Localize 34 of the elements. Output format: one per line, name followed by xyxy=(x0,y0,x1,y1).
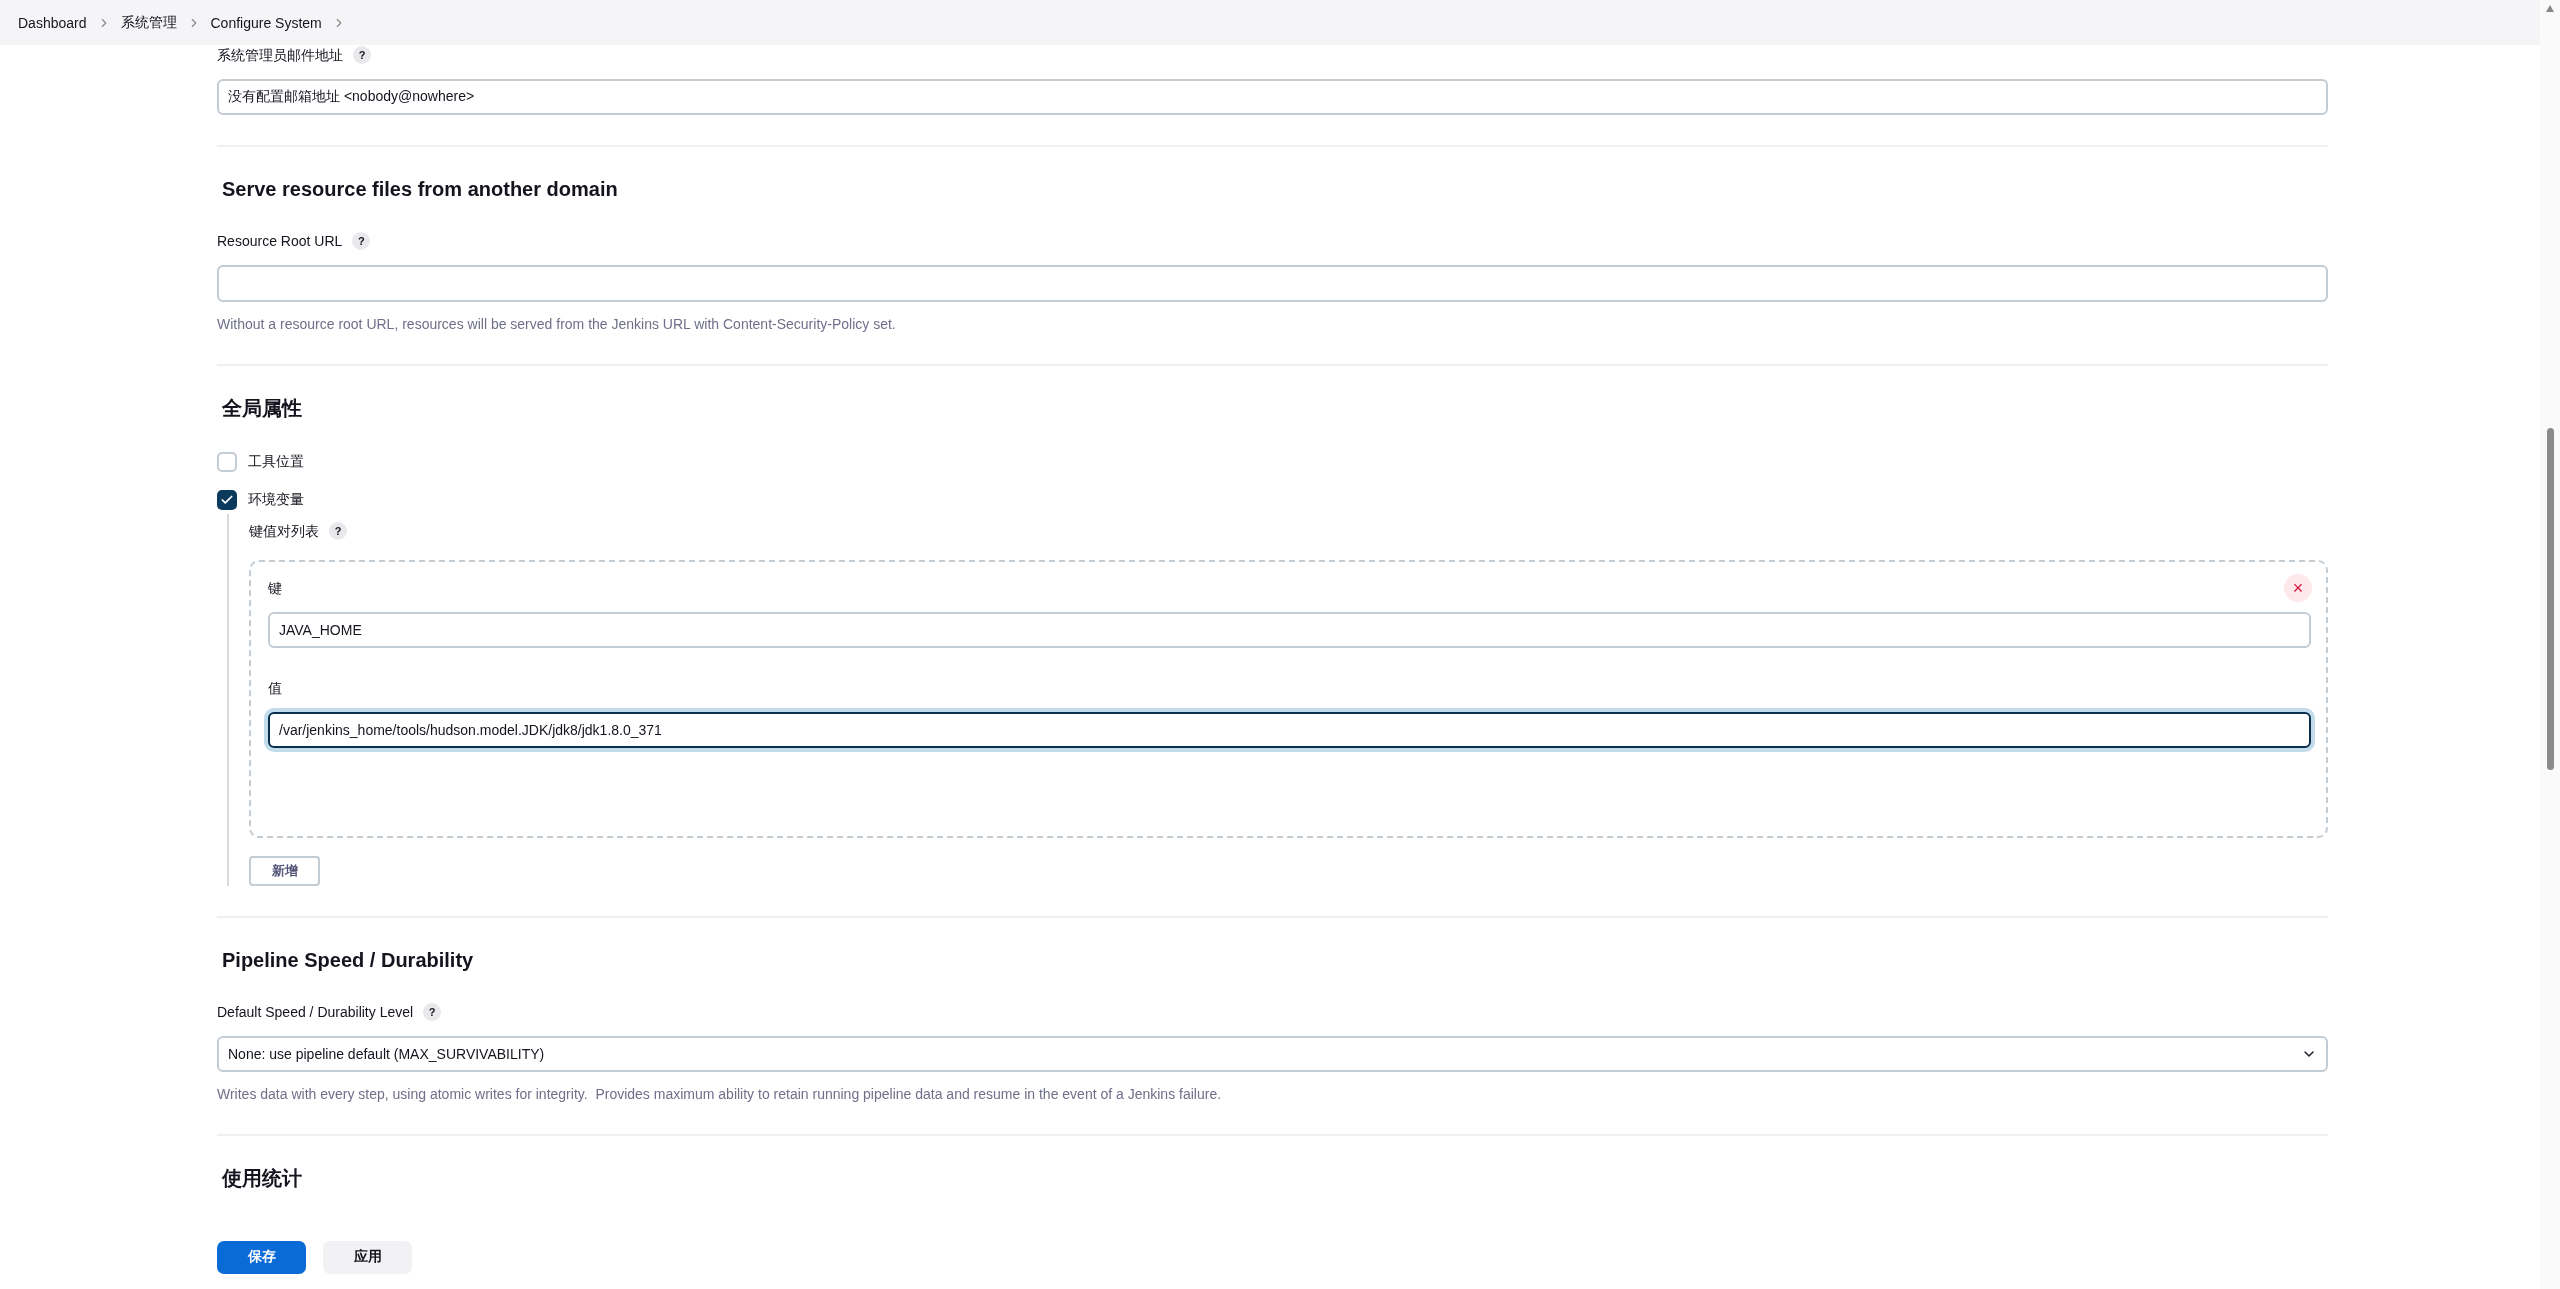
save-button[interactable]: 保存 xyxy=(217,1240,306,1274)
field-label: 键值对列表 xyxy=(249,522,319,541)
text-field[interactable]: /var/jenkins_home/tools/hudson.model.JDK/jdk8/jdk1.8.0_371 xyxy=(268,712,2311,748)
help-icon[interactable]: ? xyxy=(423,1003,442,1021)
section-heading: 全局属性 xyxy=(221,396,303,421)
field-label: Resource Root URL xyxy=(217,232,343,251)
field-label: Default Speed / Durability Level xyxy=(217,1003,414,1022)
field-label: 键 xyxy=(268,579,282,598)
help-text: Without a resource root URL, resources will be served from the Jenkins URL with Content-Security-Policy set. xyxy=(217,315,897,334)
checkbox[interactable] xyxy=(217,452,237,472)
check-icon xyxy=(220,493,234,507)
text-field[interactable] xyxy=(217,265,2328,302)
section-heading: Serve resource files from another domain xyxy=(221,177,619,202)
section-heading: Pipeline Speed / Durability xyxy=(221,948,475,973)
section-heading: 使用统计 xyxy=(221,1166,303,1191)
field-label: 值 xyxy=(268,679,282,698)
help-icon[interactable]: ? xyxy=(329,522,347,540)
close-button[interactable]: × xyxy=(2284,574,2312,602)
add-button[interactable]: 新增 xyxy=(249,856,320,886)
checkbox-label: 环境变量 xyxy=(248,491,304,509)
apply-button[interactable]: 应用 xyxy=(323,1240,412,1274)
select-field[interactable]: None: use pipeline default (MAX_SURVIVABILITY) xyxy=(217,1036,2328,1072)
help-icon[interactable]: ? xyxy=(353,46,371,64)
checkbox-label: 工具位置 xyxy=(248,453,304,471)
field-label: 系统管理员邮件地址 xyxy=(217,46,343,65)
scrollbar[interactable] xyxy=(2540,0,2560,1289)
breadcrumb-link[interactable]: 系统管理 xyxy=(120,13,177,32)
help-text: Writes data with every step, using atomic writes for integrity. Provides maximum ability to retain running pipeline data and resume in the event of a Jenkins failure. xyxy=(217,1085,1223,1104)
checkbox[interactable] xyxy=(217,490,237,510)
help-icon[interactable]: ? xyxy=(352,232,371,250)
text-field[interactable]: JAVA_HOME xyxy=(268,612,2311,648)
breadcrumb-link[interactable]: Configure System xyxy=(210,14,322,31)
breadcrumb-link[interactable]: Dashboard xyxy=(18,14,87,31)
text-field[interactable]: 没有配置邮箱地址 <nobody@nowhere> xyxy=(217,79,2328,115)
